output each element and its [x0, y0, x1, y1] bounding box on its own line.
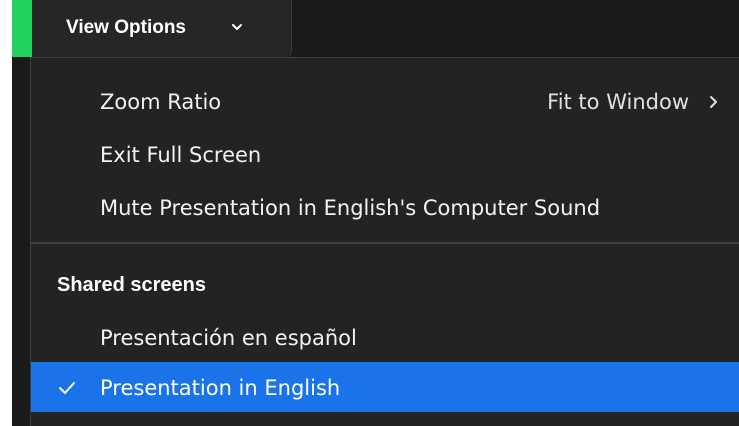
menu-divider	[31, 242, 739, 244]
menu-item-zoom-ratio[interactable]: Zoom Ratio Fit to Window	[31, 76, 739, 126]
shared-screens-header: Shared screens	[57, 274, 206, 296]
zoom-ratio-label: Zoom Ratio	[100, 90, 222, 114]
zoom-ratio-value: Fit to Window	[547, 90, 689, 114]
menu-item-mute-computer-sound[interactable]: Mute Presentation in English's Computer …	[31, 182, 739, 232]
menu-item-screen-english[interactable]: Presentation in English	[31, 362, 739, 412]
menu-item-exit-full-screen[interactable]: Exit Full Screen	[31, 129, 739, 179]
chevron-down-icon	[228, 18, 246, 36]
view-options-menu: Zoom Ratio Fit to Window Exit Full Scree…	[30, 57, 739, 426]
screen-english-label: Presentation in English	[100, 376, 341, 400]
sharing-indicator	[12, 0, 32, 57]
screen-share-window: View Options Zoom Ratio Fit to Window Ex…	[0, 0, 739, 426]
screen-spanish-label: Presentación en español	[100, 326, 357, 350]
view-options-label: View Options	[66, 17, 187, 38]
view-options-button[interactable]: View Options	[32, 0, 292, 57]
checkmark-icon	[57, 380, 77, 396]
chevron-right-icon	[707, 94, 721, 110]
mute-sound-label: Mute Presentation in English's Computer …	[100, 196, 601, 220]
window-edge	[12, 57, 30, 426]
menu-item-screen-spanish[interactable]: Presentación en español	[31, 312, 739, 362]
exit-full-screen-label: Exit Full Screen	[100, 143, 262, 167]
